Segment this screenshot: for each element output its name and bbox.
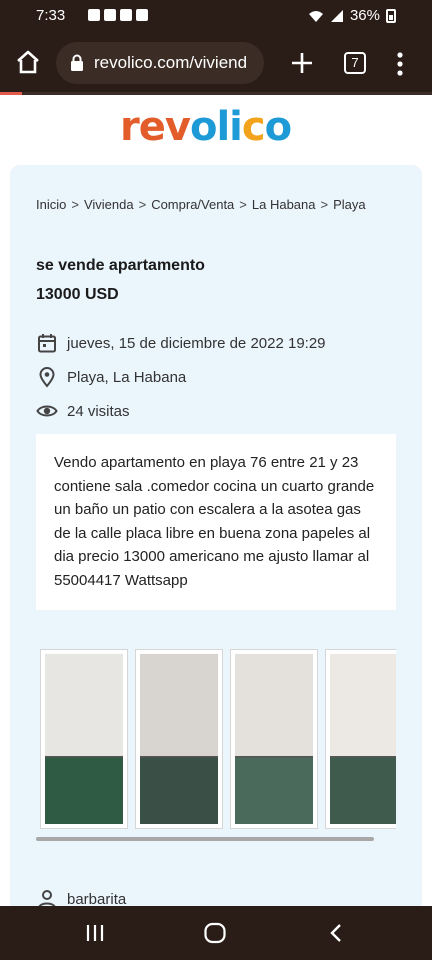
breadcrumb-separator: > [71,197,79,212]
listing-date-text: jueves, 15 de diciembre de 2022 19:29 [67,334,326,352]
notification-icon [120,9,132,21]
logo-letter: e [138,104,166,150]
gallery-thumbnail[interactable] [135,649,223,829]
calendar-icon [38,334,56,353]
tab-switcher-button[interactable]: 7 [344,52,366,74]
photo-4 [330,654,396,824]
eye-icon [36,405,58,417]
listing-description: Vendo apartamento en playa 76 entre 21 y… [36,434,396,610]
new-tab-icon[interactable] [288,49,316,77]
status-bar: 7:33 36% [0,0,432,32]
logo-letter: c [241,104,266,150]
lock-icon [71,54,83,71]
status-right: 36% [308,7,396,24]
photo-1 [45,654,123,824]
notification-icons [88,9,148,21]
gallery-thumbnail[interactable] [230,649,318,829]
signal-icon [330,9,343,22]
listing-card: Inicio > Vivienda > Compra/Venta > La Habana > P… [10,165,422,925]
logo-letter: o [189,104,218,150]
breadcrumb-link[interactable]: Playa [333,197,366,212]
gallery-scrollbar[interactable] [36,837,374,841]
photo-2 [140,654,218,824]
logo-letter: l [216,104,230,150]
gallery-thumbnail[interactable] [40,649,128,829]
home-nav-icon[interactable] [203,922,227,944]
breadcrumb-separator: > [320,197,329,212]
listing-title: se vende apartamento [36,257,205,274]
revolico-logo[interactable]: revolico [120,104,320,156]
more-menu-icon[interactable] [392,50,408,78]
recent-apps-icon[interactable] [84,922,106,944]
breadcrumb-link[interactable]: Vivienda [84,197,134,212]
status-time: 7:33 [36,7,66,24]
listing-date: jueves, 15 de diciembre de 2022 19:29 [36,331,326,355]
breadcrumb-separator: > [239,197,247,212]
logo-letter: r [120,104,140,150]
breadcrumb-link[interactable]: Inicio [36,197,66,212]
breadcrumb-link[interactable]: Compra/Venta [151,197,234,212]
battery-percent: 36% [349,7,380,24]
location-pin-icon [39,367,55,388]
url-text: revolico.com/viviend [94,53,248,72]
battery-icon [386,8,396,23]
notification-icon [136,9,148,21]
logo-letter: v [164,104,191,150]
system-nav-bar [0,906,432,960]
page-progress [0,92,22,95]
home-icon[interactable] [14,48,42,76]
notification-icon [104,9,116,21]
back-icon[interactable] [328,922,344,944]
notification-icon [88,9,100,21]
breadcrumb: Inicio > Vivienda > Compra/Venta > La Habana > P… [36,197,366,212]
breadcrumb-separator: > [138,197,147,212]
listing-location: Playa, La Habana [36,365,186,389]
logo-letter: o [264,104,293,150]
listing-price: 13000 USD [36,286,119,303]
address-bar[interactable]: revolico.com/viviend [56,42,264,84]
logo-letter: i [229,104,243,150]
browser-toolbar: revolico.com/viviend 7 [0,32,432,94]
listing-user-name: barbarita [67,890,127,908]
gallery-thumbnail[interactable] [325,649,396,829]
photo-3 [235,654,313,824]
listing-visits-text: 24 visitas [67,402,130,420]
listing-location-text: Playa, La Habana [67,368,187,386]
page-progress-track [22,92,432,95]
photo-gallery[interactable] [36,645,396,837]
wifi-icon [308,10,323,22]
listing-visits: 24 visitas [36,399,130,423]
breadcrumb-link[interactable]: La Habana [252,197,316,212]
